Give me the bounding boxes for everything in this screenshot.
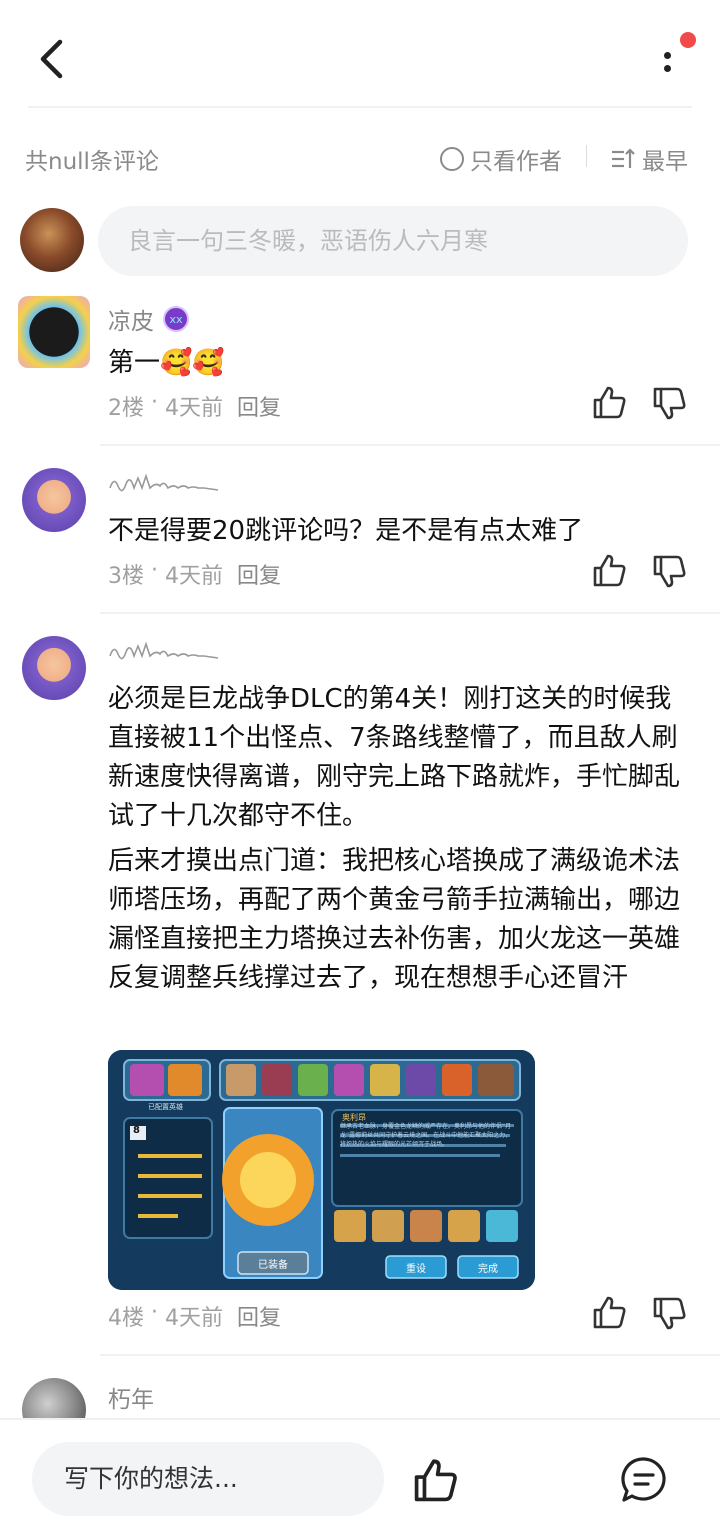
svg-text:xx: xx <box>169 313 183 326</box>
image-text-selected: 已配置英雄 <box>148 1103 183 1111</box>
comment-meta: 4楼 · 4天前 回复 <box>108 1300 281 1332</box>
comment-item: 必须是巨龙战争DLC的第4关！刚打这关的时候我直接被11个出怪点、7条路线整懵了… <box>0 634 720 1356</box>
thumbs-down-icon <box>653 387 686 420</box>
timestamp: 4天前 <box>164 1306 223 1331</box>
username[interactable]: 凉皮 xx <box>108 302 190 336</box>
divider <box>100 444 720 446</box>
radio-circle-icon <box>440 147 464 171</box>
avatar[interactable] <box>22 636 86 700</box>
comment-meta: 3楼 · 4天前 回复 <box>108 558 281 590</box>
divider <box>28 106 692 108</box>
compose-row: 良言一句三冬暖，恶语伤人六月寒 <box>0 206 720 276</box>
image-text-done: 完成 <box>478 1264 498 1275</box>
like-button[interactable] <box>590 384 628 422</box>
comment-input[interactable]: 良言一句三冬暖，恶语伤人六月寒 <box>98 206 688 276</box>
comment-item: 不是得要20跳评论吗？是不是有点太难了 3楼 · 4天前 回复 <box>0 466 720 616</box>
thumbs-up-icon <box>593 1296 626 1329</box>
author-only-label: 只看作者 <box>470 149 562 175</box>
thumbs-up-icon <box>414 1459 457 1502</box>
level-badge-icon: xx <box>163 306 189 332</box>
comment-image[interactable]: 已配置英雄 8 奥利昂 继承古老血脉，身覆金色龙鳞的威严存在。奥利昂与他的伴侣“… <box>108 1050 535 1290</box>
thumbs-up-icon <box>593 386 626 419</box>
write-comment-input[interactable]: 写下你的想法... <box>32 1442 384 1516</box>
like-button[interactable] <box>590 552 628 590</box>
username[interactable] <box>108 468 228 496</box>
comment-count: 共null条评论 <box>25 149 159 175</box>
notification-dot <box>680 32 696 48</box>
meta-separator: · <box>144 1300 165 1325</box>
sort-button[interactable]: 最早 <box>610 142 688 176</box>
comment-text: 第一🥰🥰 <box>108 348 225 378</box>
comment-text: 后来才摸出点门道：我把核心塔换成了满级诡术法师塔压场，再配了两个黄金弓箭手拉满输… <box>108 846 681 993</box>
image-text-description: 继承古老血脉，身覆金色龙鳞的威严存在。奥利昂与他的伴侣“月龙”露娜莉丝共同守护着… <box>340 1123 512 1148</box>
back-button[interactable] <box>30 34 76 84</box>
more-vertical-icon-dot <box>664 65 671 72</box>
sort-icon <box>612 148 635 168</box>
dislike-button[interactable] <box>650 1294 688 1332</box>
avatar[interactable] <box>22 1378 86 1418</box>
image-text-level: 8 <box>133 1125 140 1136</box>
bottom-bar: 写下你的想法... <box>0 1418 720 1535</box>
author-only-toggle[interactable]: 只看作者 <box>440 142 562 176</box>
divider <box>100 612 720 614</box>
thumbs-down-icon <box>653 1297 686 1330</box>
avatar[interactable] <box>20 208 84 272</box>
meta-separator: · <box>144 558 165 583</box>
like-button[interactable] <box>590 1294 628 1332</box>
comment-filter-bar: 共null条评论 只看作者 最早 <box>0 130 720 182</box>
username[interactable] <box>108 636 228 664</box>
reply-button[interactable]: 回复 <box>237 558 281 590</box>
username-text: 凉皮 <box>108 309 154 335</box>
divider <box>100 1354 720 1356</box>
reply-button[interactable]: 回复 <box>237 390 281 422</box>
chevron-left-icon <box>40 39 63 79</box>
more-button[interactable] <box>650 32 696 84</box>
avatar[interactable] <box>22 468 86 532</box>
like-button[interactable] <box>410 1456 460 1506</box>
dislike-button[interactable] <box>650 552 688 590</box>
more-vertical-icon <box>664 52 671 59</box>
reply-button[interactable]: 回复 <box>237 1300 281 1332</box>
handwritten-username-signature <box>109 641 219 660</box>
comment-button[interactable] <box>618 1454 670 1506</box>
comment-text: 必须是巨龙战争DLC的第4关！刚打这关的时候我直接被11个出怪点、7条路线整懵了… <box>108 684 681 831</box>
sort-label: 最早 <box>642 149 688 175</box>
comment-item: 朽年 <box>0 1374 720 1418</box>
floor-number: 3楼 <box>108 564 144 589</box>
avatar[interactable] <box>18 296 90 368</box>
username[interactable]: 朽年 <box>108 1380 154 1414</box>
handwritten-username-signature <box>109 473 219 492</box>
comment-text: 不是得要20跳评论吗？是不是有点太难了 <box>108 516 584 546</box>
thumbs-up-icon <box>593 554 626 587</box>
username-text: 朽年 <box>108 1387 154 1413</box>
image-text-reset: 重设 <box>406 1264 426 1275</box>
image-text-equipped: 已装备 <box>258 1260 288 1271</box>
meta-separator: · <box>144 390 165 415</box>
thumbs-down-icon <box>653 555 686 588</box>
top-bar <box>0 0 720 108</box>
comment-item: 凉皮 xx 第一🥰🥰 2楼 · 4天前 回复 <box>0 296 720 446</box>
floor-number: 2楼 <box>108 396 144 421</box>
divider <box>586 145 587 167</box>
timestamp: 4天前 <box>164 564 223 589</box>
comment-bubble-icon <box>621 1457 666 1502</box>
dislike-button[interactable] <box>650 384 688 422</box>
timestamp: 4天前 <box>164 396 223 421</box>
comment-meta: 2楼 · 4天前 回复 <box>108 390 281 422</box>
floor-number: 4楼 <box>108 1306 144 1331</box>
